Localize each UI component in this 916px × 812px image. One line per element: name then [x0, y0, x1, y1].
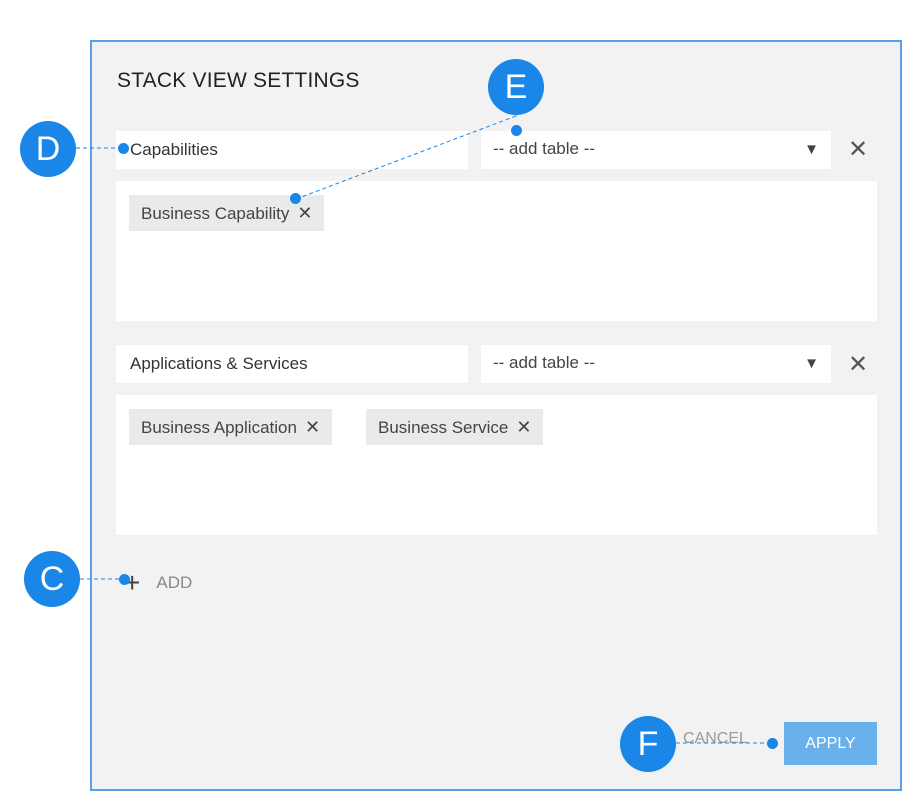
callout-badge-f: F	[620, 716, 676, 772]
callout-dot-e-select	[511, 125, 522, 136]
callout-dot-e-tag	[290, 193, 301, 204]
callout-badge-d: D	[20, 121, 76, 177]
callout-dot-d	[118, 143, 129, 154]
callout-badge-c: C	[24, 551, 80, 607]
leader-line-e	[295, 115, 517, 200]
callout-leader-lines	[76, 100, 770, 744]
callout-dot-f	[767, 738, 778, 749]
callout-dot-c	[119, 574, 130, 585]
callout-badge-e: E	[488, 59, 544, 115]
